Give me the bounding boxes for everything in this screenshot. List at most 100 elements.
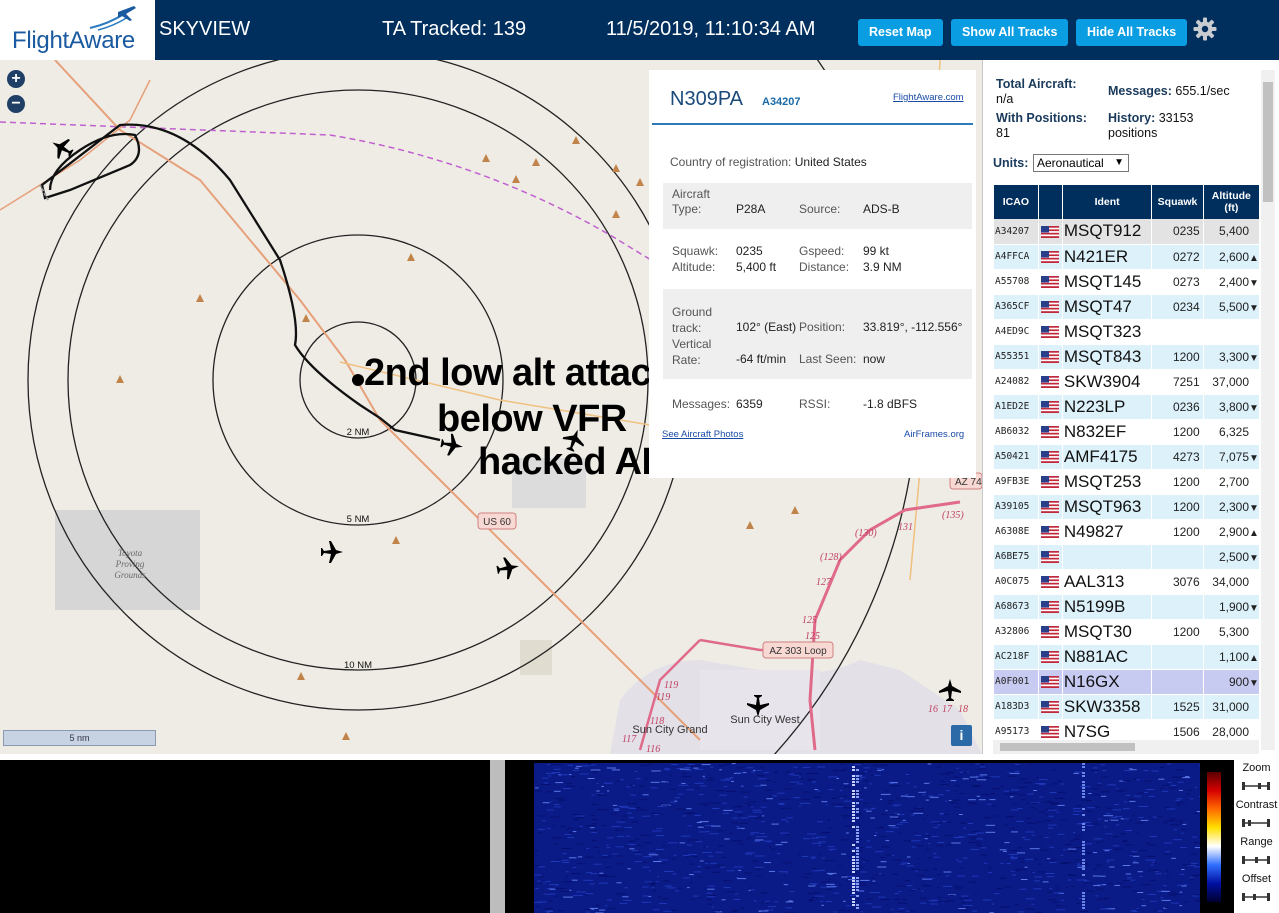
table-row[interactable]: A24082 SKW3904 7251 37,000 bbox=[994, 369, 1261, 395]
table-row[interactable]: A365CF MSQT47 0234 5,500▼ bbox=[994, 294, 1261, 320]
aircraft-table: ICAO Ident Squawk Altitude (ft) A34207 MS… bbox=[994, 185, 1261, 745]
us-flag-icon bbox=[1041, 276, 1060, 289]
gear-icon[interactable] bbox=[1193, 17, 1217, 41]
table-row[interactable]: A183D3 SKW3358 1525 31,000 bbox=[994, 694, 1261, 720]
clock-datetime: 11/5/2019, 11:10:34 AM bbox=[606, 18, 816, 40]
cell-ident: MSQT963 bbox=[1062, 494, 1153, 520]
reset-map-button[interactable]: Reset Map bbox=[858, 19, 943, 46]
aircraft-icao[interactable]: A34207 bbox=[762, 96, 801, 108]
table-row[interactable]: A1ED2E N223LP 0236 3,800▼ bbox=[994, 394, 1261, 420]
road-number: 18 bbox=[958, 704, 968, 715]
us-flag-icon bbox=[1041, 576, 1060, 589]
total-aircraft-value: n/a bbox=[996, 92, 1014, 106]
table-row[interactable]: A6308E N49827 1200 2,900▲ bbox=[994, 519, 1261, 545]
map-info-button[interactable]: i bbox=[951, 725, 972, 746]
aircraft-icon[interactable] bbox=[495, 555, 520, 580]
range-slider[interactable] bbox=[1241, 854, 1271, 866]
table-row[interactable]: A68673 N5199B 1,900▼ bbox=[994, 594, 1261, 620]
column-header-flag[interactable] bbox=[1038, 185, 1063, 219]
altitude-trend-icon: ▲ bbox=[1249, 527, 1259, 539]
column-header-ident[interactable]: Ident bbox=[1062, 185, 1153, 219]
airframes-link[interactable]: AirFrames.org bbox=[904, 429, 964, 440]
table-row[interactable]: A32806 MSQT30 1200 5,300 bbox=[994, 619, 1261, 645]
hide-all-tracks-button[interactable]: Hide All Tracks bbox=[1076, 19, 1188, 46]
table-row[interactable]: A9FB3E MSQT253 1200 2,700 bbox=[994, 469, 1261, 495]
offset-slider[interactable] bbox=[1241, 891, 1271, 903]
annotation-line-1: 2nd low alt attack bbox=[364, 352, 672, 394]
total-aircraft-stat: Total Aircraft: n/a bbox=[996, 77, 1077, 107]
position-label: Position: bbox=[799, 320, 846, 334]
messages-label: Messages: bbox=[672, 397, 731, 411]
road-number: 118 bbox=[650, 716, 664, 727]
cell-icao: AC218F bbox=[994, 644, 1039, 670]
cell-flag bbox=[1038, 394, 1063, 420]
table-row[interactable]: A6BE75 2,500▼ bbox=[994, 544, 1261, 570]
flightaware-logo[interactable]: FlightAware bbox=[0, 0, 155, 60]
altitude-trend-icon: ▼ bbox=[1249, 302, 1259, 314]
contrast-slider[interactable] bbox=[1241, 817, 1271, 829]
cell-ident: AAL313 bbox=[1062, 569, 1153, 595]
show-all-tracks-button[interactable]: Show All Tracks bbox=[951, 19, 1069, 46]
us-flag-icon bbox=[1041, 251, 1060, 264]
position-value: 33.819°, -112.556° bbox=[863, 320, 963, 334]
column-header-altitude[interactable]: Altitude (ft) bbox=[1203, 185, 1261, 219]
ground-track-value: 102° (East) bbox=[736, 320, 797, 334]
cell-icao: A4FFCA bbox=[994, 244, 1039, 270]
table-row[interactable]: A55351 MSQT843 1200 3,300▼ bbox=[994, 344, 1261, 370]
flightaware-link[interactable]: FlightAware.com bbox=[893, 92, 964, 103]
table-row[interactable]: A4ED9C MSQT323 bbox=[994, 319, 1261, 345]
vertical-scrollbar-thumb[interactable] bbox=[1263, 82, 1273, 202]
cell-altitude: 2,700 bbox=[1203, 469, 1261, 495]
table-row[interactable]: A0F001 N16GX 900▼ bbox=[994, 669, 1261, 695]
waterfall-divider[interactable] bbox=[490, 760, 505, 913]
column-header-icao[interactable]: ICAO bbox=[994, 185, 1039, 219]
messages-stat: Messages: 655.1/sec bbox=[1108, 84, 1230, 99]
aircraft-icon[interactable] bbox=[47, 133, 77, 163]
altitude-value: 5,400 bbox=[1218, 224, 1249, 239]
cell-squawk: 1200 bbox=[1151, 494, 1204, 520]
distance-value: 3.9 NM bbox=[863, 260, 902, 274]
range-control-label: Range bbox=[1240, 836, 1273, 848]
road-number: 117 bbox=[622, 734, 637, 745]
altitude-value: 2,700 bbox=[1218, 474, 1249, 489]
gspeed-value: 99 kt bbox=[863, 244, 890, 258]
table-row[interactable]: A50421 AMF4175 4273 7,075▼ bbox=[994, 444, 1261, 470]
aircraft-type-label: Aircraft Type: bbox=[672, 187, 711, 216]
zoom-out-button[interactable]: − bbox=[7, 95, 25, 113]
cell-flag bbox=[1038, 344, 1063, 370]
altitude-trend-icon: ▼ bbox=[1249, 402, 1259, 414]
altitude-trend-icon: ▲ bbox=[1249, 252, 1259, 264]
table-row[interactable]: A34207 MSQT912 0235 5,400 bbox=[994, 219, 1261, 245]
cell-flag bbox=[1038, 694, 1063, 720]
cell-altitude: 2,300▼ bbox=[1203, 494, 1261, 520]
table-row[interactable]: A39105 MSQT963 1200 2,300▼ bbox=[994, 494, 1261, 520]
zoom-slider[interactable] bbox=[1241, 780, 1271, 792]
aircraft-icon[interactable] bbox=[321, 541, 343, 563]
table-row[interactable]: A0C075 AAL313 3076 34,000 bbox=[994, 569, 1261, 595]
waterfall-display[interactable] bbox=[534, 763, 1200, 913]
cell-icao: A55351 bbox=[994, 344, 1039, 370]
table-row[interactable]: A4FFCA N421ER 0272 2,600▲ bbox=[994, 244, 1261, 270]
table-row[interactable]: AC218F N881AC 1,100▲ bbox=[994, 644, 1261, 670]
altitude-value: 28,000 bbox=[1212, 724, 1249, 739]
altitude-value: 1,900 bbox=[1218, 599, 1249, 614]
us-flag-icon bbox=[1041, 651, 1060, 664]
altitude-trend-icon: ▼ bbox=[1249, 552, 1259, 564]
az74-label: AZ 74 bbox=[955, 477, 982, 488]
zoom-in-button[interactable]: + bbox=[7, 70, 25, 88]
column-header-squawk[interactable]: Squawk bbox=[1151, 185, 1204, 219]
aircraft-icon[interactable] bbox=[939, 679, 961, 701]
us-flag-icon bbox=[1041, 526, 1060, 539]
vertical-rate-value: -64 ft/min bbox=[736, 352, 787, 366]
table-row[interactable]: A55708 MSQT145 0273 2,400▼ bbox=[994, 269, 1261, 295]
cell-ident: N421ER bbox=[1062, 244, 1153, 270]
units-select[interactable]: Aeronautical ▼ bbox=[1033, 154, 1129, 172]
annotation-line-2: below VFR bbox=[437, 398, 627, 440]
aircraft-photos-link[interactable]: See Aircraft Photos bbox=[662, 429, 743, 440]
us-flag-icon bbox=[1041, 401, 1060, 414]
country-value: United States bbox=[794, 155, 867, 169]
horizontal-scrollbar-thumb[interactable] bbox=[1000, 743, 1135, 751]
table-row[interactable]: AB6032 N832EF 1200 6,325 bbox=[994, 419, 1261, 445]
header-bar: FlightAware SKYVIEW TA Tracked: 139 11/5… bbox=[0, 0, 1279, 60]
squawk-row: Squawk: 0235 Gspeed: 99 kt Altitude: 5,4… bbox=[663, 242, 972, 278]
